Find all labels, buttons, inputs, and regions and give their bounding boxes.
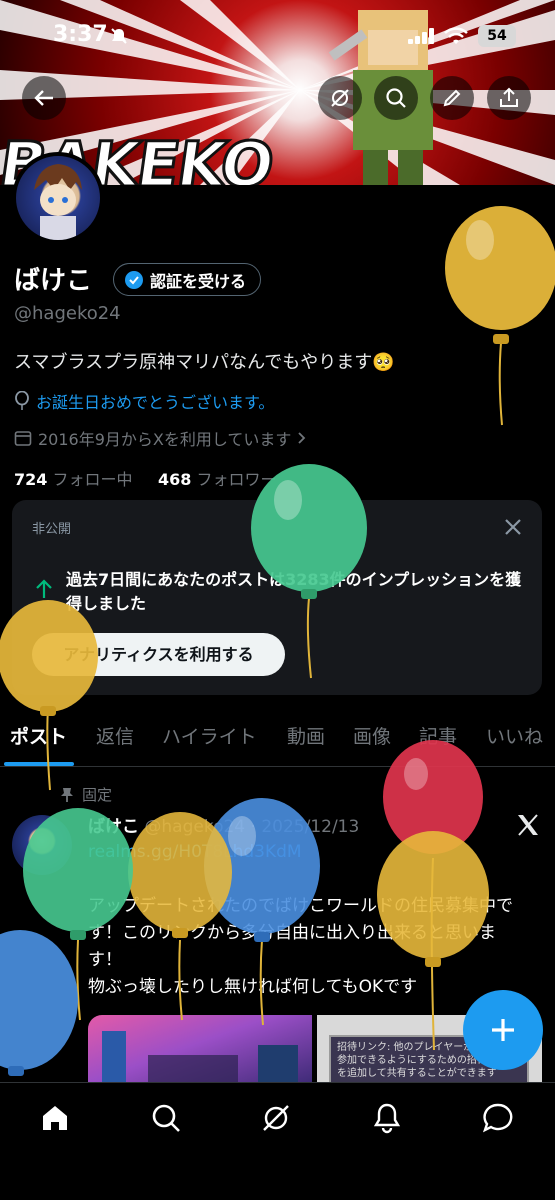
cellular-signal-icon — [408, 28, 434, 44]
plus-icon — [492, 1019, 514, 1041]
post-author-avatar[interactable] — [12, 815, 72, 875]
impressions-text: 過去7日間にあなたのポストは3283件のインプレッションを獲得しました — [66, 570, 522, 613]
bottom-navigation — [0, 1082, 555, 1200]
avatar-character-art — [34, 164, 82, 240]
calendar-icon — [14, 431, 32, 446]
x-logo-icon[interactable] — [515, 812, 541, 838]
tab-images[interactable]: 画像 — [353, 722, 391, 749]
follow-stats: 724 フォロー中 468 フォロワー — [14, 466, 276, 490]
get-verified-label: 認証を受ける — [150, 271, 247, 291]
wifi-icon — [444, 27, 468, 44]
post-link[interactable]: realms.gg/H0T8Lhd3KdM — [88, 842, 302, 862]
back-button[interactable] — [22, 76, 66, 120]
arrow-left-icon — [34, 90, 53, 106]
pencil-icon — [443, 89, 461, 107]
grok-icon — [331, 89, 349, 107]
post-meta: @hageko24 · 2025/12/13 — [144, 817, 360, 837]
tab-articles[interactable]: 記事 — [419, 722, 457, 749]
profile-avatar[interactable] — [12, 152, 104, 244]
birthday-row[interactable]: お誕生日おめでとうございます。 — [14, 389, 274, 413]
post-author-name[interactable]: ばけこ — [88, 817, 139, 837]
balloon-icon — [15, 391, 29, 410]
tab-highlights[interactable]: ハイライト — [162, 722, 257, 749]
search-nav-icon[interactable] — [149, 1101, 183, 1135]
analytics-button[interactable]: アナリティクスを利用する — [32, 633, 285, 676]
pinned-indicator: 固定 — [60, 784, 112, 805]
post-header: ばけこ @hageko24 · 2025/12/13 — [88, 812, 359, 837]
post-text: アップデートされたのでばけこワールドの住民募集中です！このリンクから多分自由に出… — [88, 896, 513, 997]
clock: 3:37 — [53, 22, 108, 47]
messages-icon[interactable] — [481, 1101, 515, 1135]
followers-count: 468 — [157, 470, 192, 489]
joined-row[interactable]: 2016年9月からXを利用しています — [14, 426, 307, 450]
share-button[interactable] — [487, 76, 531, 120]
following-count: 724 — [14, 470, 48, 489]
profile-bio: スマブラスプラ原神マリパなんでもやります🥺 — [14, 352, 395, 373]
battery-indicator: 54 — [478, 25, 516, 47]
profile-name: ばけこ — [14, 266, 93, 296]
following-label: フォロー中 — [52, 470, 133, 489]
chevron-right-icon — [298, 432, 306, 444]
search-icon — [386, 88, 406, 108]
following-link[interactable]: 724 フォロー中 — [14, 470, 133, 489]
grok-nav-icon[interactable] — [259, 1101, 293, 1135]
silent-mode-icon — [111, 28, 127, 44]
private-analytics-card: 非公開 過去7日間にあなたのポストは3283件のインプレッションを獲得しました … — [12, 500, 542, 695]
verified-badge-icon — [125, 270, 143, 289]
private-label: 非公開 — [32, 522, 72, 537]
followers-label: フォロワー — [196, 470, 277, 489]
pinned-label: 固定 — [82, 786, 113, 804]
tab-videos[interactable]: 動画 — [287, 722, 325, 749]
profile-handle: @hageko24 — [14, 303, 121, 324]
media-game-art — [102, 1031, 298, 1085]
active-tab-indicator — [4, 762, 74, 766]
balloon-yellow-top-right — [445, 206, 555, 426]
followers-link[interactable]: 468 フォロワー — [158, 470, 277, 489]
joined-text: 2016年9月からXを利用しています — [38, 430, 292, 449]
compose-post-button[interactable] — [463, 990, 543, 1070]
profile-tabs: ポスト 返信 ハイライト 動画 画像 記事 いいね — [0, 712, 555, 767]
tab-replies[interactable]: 返信 — [96, 722, 134, 749]
search-button[interactable] — [374, 76, 418, 120]
share-icon — [500, 87, 518, 107]
close-icon[interactable] — [502, 516, 524, 538]
birthday-text: お誕生日おめでとうございます。 — [36, 393, 275, 412]
get-verified-button[interactable]: 認証を受ける — [113, 263, 262, 296]
notifications-icon[interactable] — [370, 1101, 404, 1135]
pin-icon — [61, 787, 73, 802]
home-icon[interactable] — [38, 1101, 72, 1135]
post-media-image-1[interactable] — [88, 1015, 312, 1085]
status-bar: 3:37 54 — [0, 0, 555, 64]
trending-up-arrow-icon — [36, 579, 52, 598]
tab-likes[interactable]: いいね — [486, 722, 543, 749]
tab-posts[interactable]: ポスト — [10, 722, 67, 749]
edit-profile-button[interactable] — [430, 76, 474, 120]
grok-button[interactable] — [318, 76, 362, 120]
balloon-blue-bottom-left — [0, 930, 78, 1076]
